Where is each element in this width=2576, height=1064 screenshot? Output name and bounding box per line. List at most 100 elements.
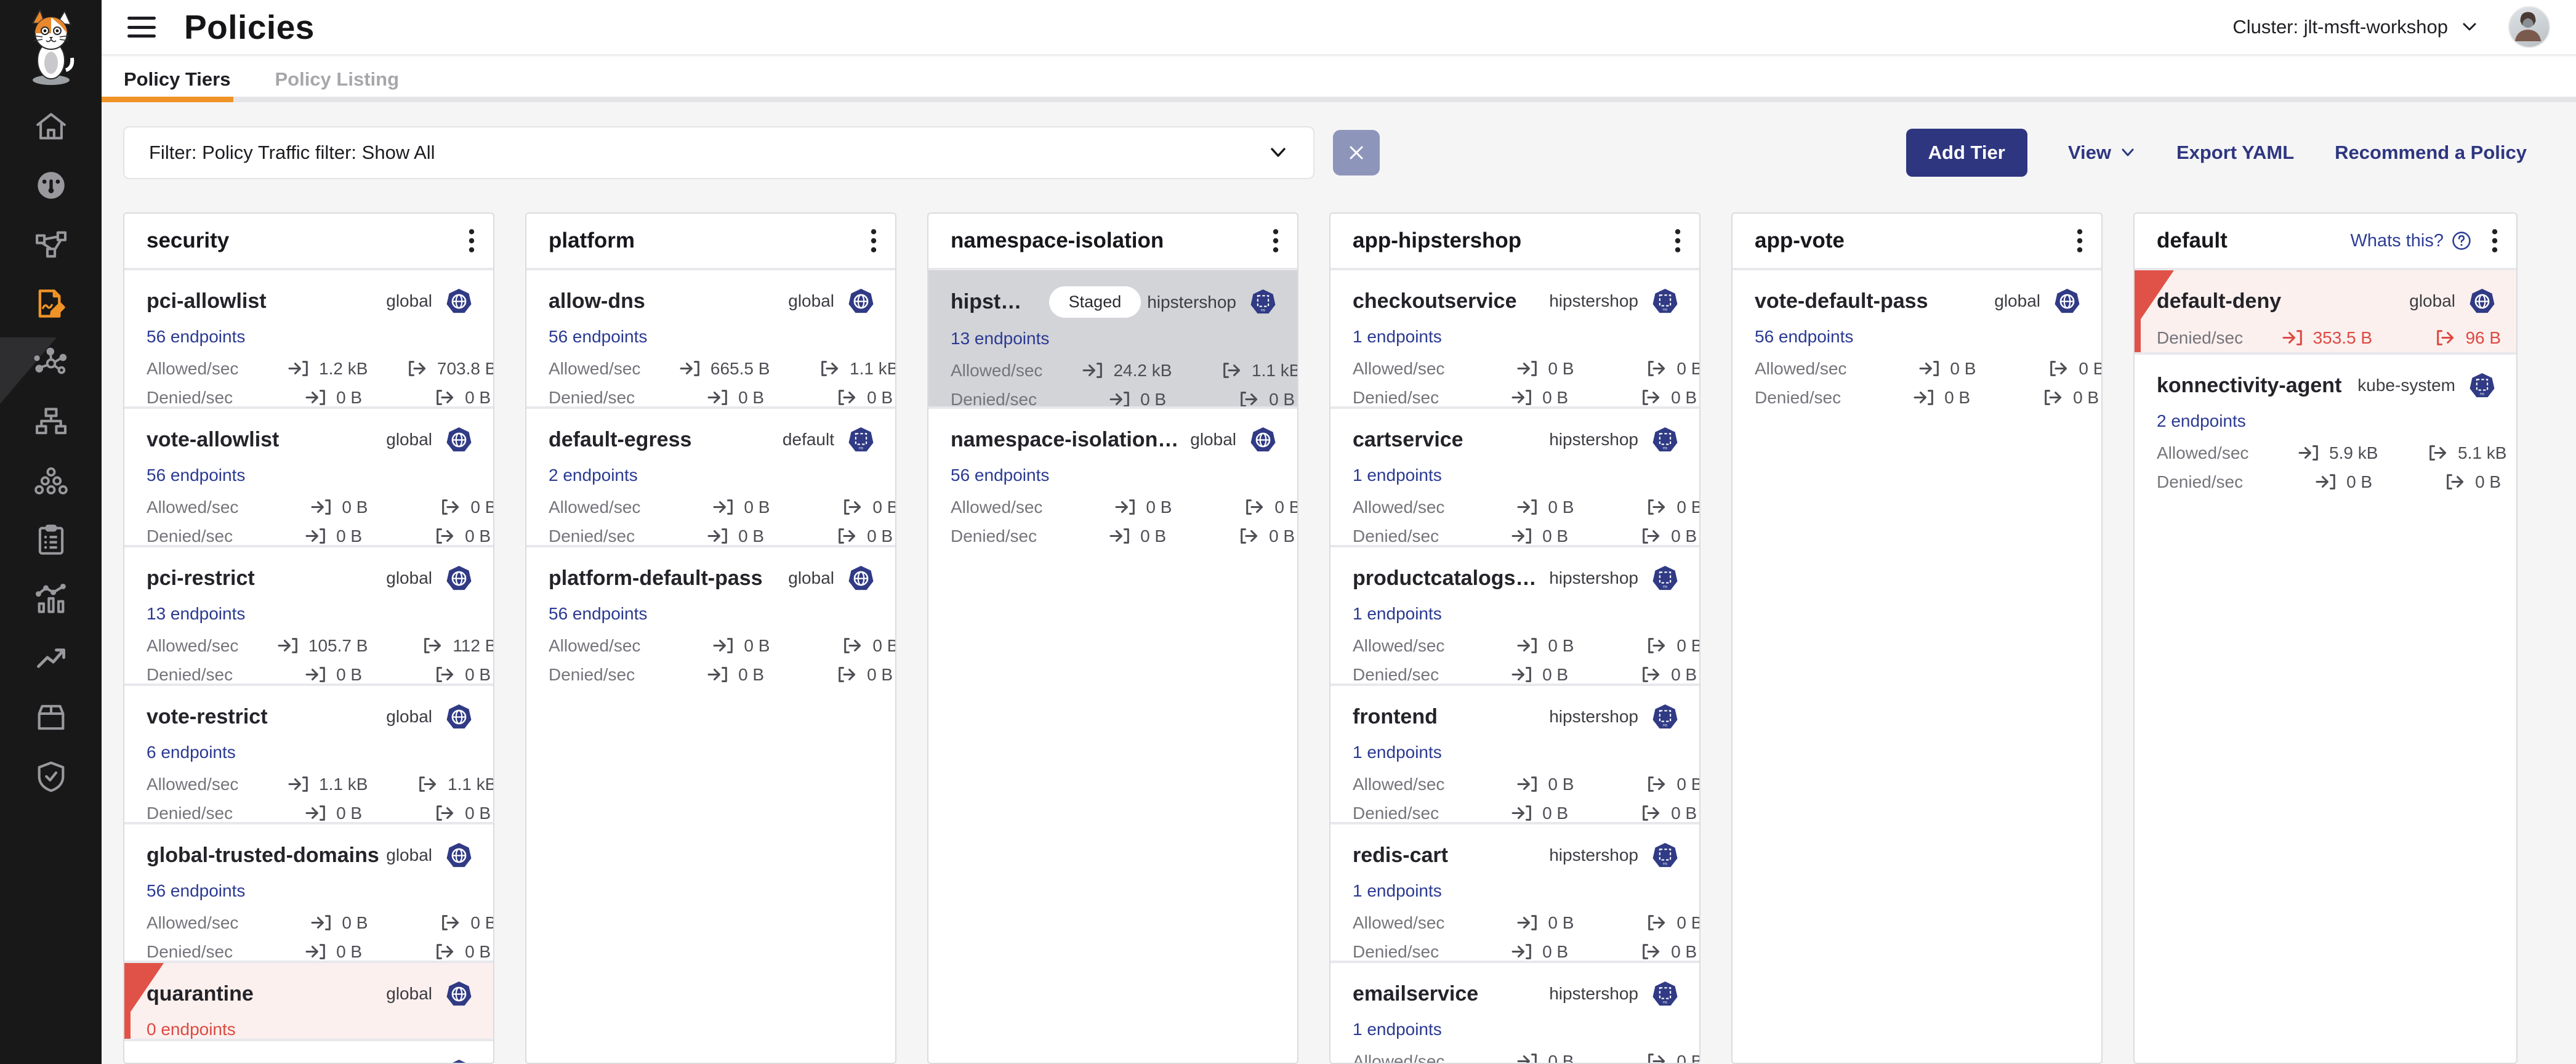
ingress-value: 0 B <box>640 636 770 656</box>
policy-card-konnectivity-agent[interactable]: konnectivity-agent kube-system ns 2 endp… <box>2135 352 2516 491</box>
endpoints-link[interactable]: 56 endpoints <box>951 465 1049 485</box>
policies-icon[interactable] <box>33 286 69 321</box>
tab-policy-tiers[interactable]: Policy Tiers <box>102 57 252 102</box>
policy-card-default-deny[interactable]: default-deny global Denied/sec 353.5 B 9… <box>2135 268 2516 352</box>
policy-card-checkoutservice[interactable]: checkoutservice hipstershop ns 1 endpoin… <box>1330 268 1699 406</box>
egress-value: 96 B <box>2393 328 2501 348</box>
trend-arrow-icon[interactable] <box>33 640 69 676</box>
kebab-menu-icon[interactable] <box>869 228 878 254</box>
global-scope-icon <box>2053 287 2082 316</box>
policy-card-security-default-pass[interactable]: security-default-pass global <box>124 1039 493 1064</box>
flow-visualization-icon[interactable] <box>33 345 69 381</box>
endpoints-link[interactable]: 1 endpoints <box>1353 604 1442 624</box>
policy-card-productcatalogservice[interactable]: productcatalogservice hipstershop ns 1 e… <box>1330 545 1699 683</box>
endpoints-link[interactable]: 13 endpoints <box>147 604 245 624</box>
endpoints-link[interactable]: 13 endpoints <box>951 329 1049 349</box>
endpoints-link[interactable]: 6 endpoints <box>147 743 236 762</box>
endpoints-link[interactable]: 56 endpoints <box>147 465 245 485</box>
endpoints-link[interactable]: 56 endpoints <box>147 327 245 347</box>
home-icon[interactable] <box>33 108 69 144</box>
ingress-value: 0 B <box>1439 942 1568 961</box>
kebab-menu-icon[interactable] <box>467 228 476 254</box>
policy-card-global-trusted-domains[interactable]: global-trusted-domains global 56 endpoin… <box>124 822 493 961</box>
policy-card-emailservice[interactable]: emailservice hipstershop ns 1 endpoints … <box>1330 961 1699 1064</box>
clear-filter-button[interactable] <box>1333 130 1380 175</box>
policy-card-vote-restrict[interactable]: vote-restrict global 6 endpoints Allowed… <box>124 683 493 822</box>
clusters-icon[interactable] <box>33 463 69 499</box>
export-yaml-button[interactable]: Export YAML <box>2176 142 2294 164</box>
endpoints-link[interactable]: 0 endpoints <box>147 1020 236 1039</box>
tab-bar: Policy Tiers Policy Listing <box>102 57 2576 102</box>
add-tier-button[interactable]: Add Tier <box>1906 129 2027 177</box>
view-menu-button[interactable]: View <box>2068 142 2136 164</box>
endpoints-link[interactable]: 56 endpoints <box>147 881 245 901</box>
tier-header: default Whats this? <box>2135 214 2516 268</box>
cluster-selector[interactable]: Cluster: jlt-msft-workshop <box>2232 16 2479 38</box>
traffic-row: Allowed/sec 665.5 B 1.1 kB <box>549 354 875 383</box>
endpoints-link[interactable]: 56 endpoints <box>549 327 647 347</box>
endpoints-tree-icon[interactable] <box>33 404 69 440</box>
ingress-icon <box>310 498 334 516</box>
policy-card-pci-allowlist[interactable]: pci-allowlist global 56 endpoints Allowe… <box>124 268 493 406</box>
kebab-menu-icon[interactable] <box>2490 228 2499 254</box>
policy-card-namespace-isolation-default-p[interactable]: namespace-isolation-default-p… global 56… <box>928 406 1297 545</box>
policy-card-hipstershop-gh[interactable]: hipstershop-gh… Staged hipstershop ns 13… <box>928 268 1297 406</box>
tier-header: app-hipstershop <box>1330 214 1699 268</box>
svg-text:ns: ns <box>1261 308 1266 312</box>
endpoints-link[interactable]: 1 endpoints <box>1353 881 1442 901</box>
kebab-menu-icon[interactable] <box>1271 228 1280 254</box>
endpoints-link[interactable]: 2 endpoints <box>549 465 638 485</box>
user-avatar[interactable] <box>2508 6 2550 48</box>
namespace-scope-icon: ns <box>1651 703 1680 732</box>
kebab-menu-icon[interactable] <box>1673 228 1682 254</box>
endpoints-link[interactable]: 1 endpoints <box>1353 743 1442 762</box>
hamburger-menu-icon[interactable] <box>127 17 156 38</box>
endpoints-link[interactable]: 1 endpoints <box>1353 465 1442 485</box>
namespace-scope-icon: ns <box>1651 564 1680 593</box>
compliance-clipboard-icon[interactable] <box>33 522 69 558</box>
policy-card-cartservice[interactable]: cartservice hipstershop ns 1 endpoints A… <box>1330 406 1699 545</box>
policy-name: pci-allowlist <box>147 289 267 313</box>
endpoints-link[interactable]: 56 endpoints <box>549 604 647 624</box>
policy-card-quarantine[interactable]: quarantine global 0 endpoints <box>124 961 493 1039</box>
traffic-row: Allowed/sec 5.9 kB 5.1 kB <box>2157 438 2497 467</box>
svg-text:ns: ns <box>2480 392 2485 396</box>
policy-card-redis-cart[interactable]: redis-cart hipstershop ns 1 endpoints Al… <box>1330 822 1699 961</box>
egress-icon <box>406 360 429 377</box>
traffic-rows: Allowed/sec 0 B 0 B Denied/sec 0 B 0 B <box>1755 354 2082 406</box>
policy-card-allow-dns[interactable]: allow-dns global 56 endpoints Allowed/se… <box>526 268 895 406</box>
traffic-row: Allowed/sec 0 B 0 B <box>1353 770 1680 799</box>
packages-box-icon[interactable] <box>33 699 69 735</box>
ingress-icon <box>679 360 702 377</box>
service-graph-icon[interactable] <box>33 227 69 262</box>
tier-name: app-vote <box>1755 228 1845 253</box>
traffic-row: Denied/sec 0 B 0 B <box>147 799 473 822</box>
global-scope-icon <box>2468 287 2497 316</box>
tier-body: hipstershop-gh… Staged hipstershop ns 13… <box>928 268 1297 545</box>
policy-card-frontend[interactable]: frontend hipstershop ns 1 endpoints Allo… <box>1330 683 1699 822</box>
policy-card-default-egress[interactable]: default-egress default ns 2 endpoints Al… <box>526 406 895 545</box>
tab-policy-listing[interactable]: Policy Listing <box>252 57 421 102</box>
traffic-filter-select[interactable]: Filter: Policy Traffic filter: Show All <box>123 126 1314 179</box>
dashboard-gauge-icon[interactable] <box>33 167 69 203</box>
ingress-icon <box>277 637 300 655</box>
recommend-policy-button[interactable]: Recommend a Policy <box>2335 142 2527 164</box>
policy-card-platform-default-pass[interactable]: platform-default-pass global 56 endpoint… <box>526 545 895 683</box>
egress-value: 0 B <box>1187 390 1295 407</box>
traffic-rows: Allowed/sec 0 B 0 B Denied/sec 0 B 0 B <box>1353 493 1680 545</box>
policy-card-vote-default-pass[interactable]: vote-default-pass global 56 endpoints Al… <box>1733 268 2101 406</box>
traffic-row: Allowed/sec 0 B 0 B <box>1353 908 1680 937</box>
endpoints-link[interactable]: 1 endpoints <box>1353 327 1442 347</box>
endpoints-link[interactable]: 2 endpoints <box>2157 411 2246 431</box>
ingress-value: 0 B <box>640 498 770 517</box>
policy-card-vote-allowlist[interactable]: vote-allowlist global 56 endpoints Allow… <box>124 406 493 545</box>
whats-this-link[interactable]: Whats this? <box>2351 230 2473 251</box>
kebab-menu-icon[interactable] <box>2075 228 2084 254</box>
metrics-chart-icon[interactable] <box>33 581 69 617</box>
endpoints-link[interactable]: 1 endpoints <box>1353 1020 1442 1039</box>
traffic-row: Allowed/sec 105.7 B 112 B <box>147 631 473 660</box>
egress-icon <box>416 775 440 793</box>
endpoints-link[interactable]: 56 endpoints <box>1755 327 1853 347</box>
threat-defense-shield-icon[interactable] <box>33 759 69 794</box>
policy-card-pci-restrict[interactable]: pci-restrict global 13 endpoints Allowed… <box>124 545 493 683</box>
